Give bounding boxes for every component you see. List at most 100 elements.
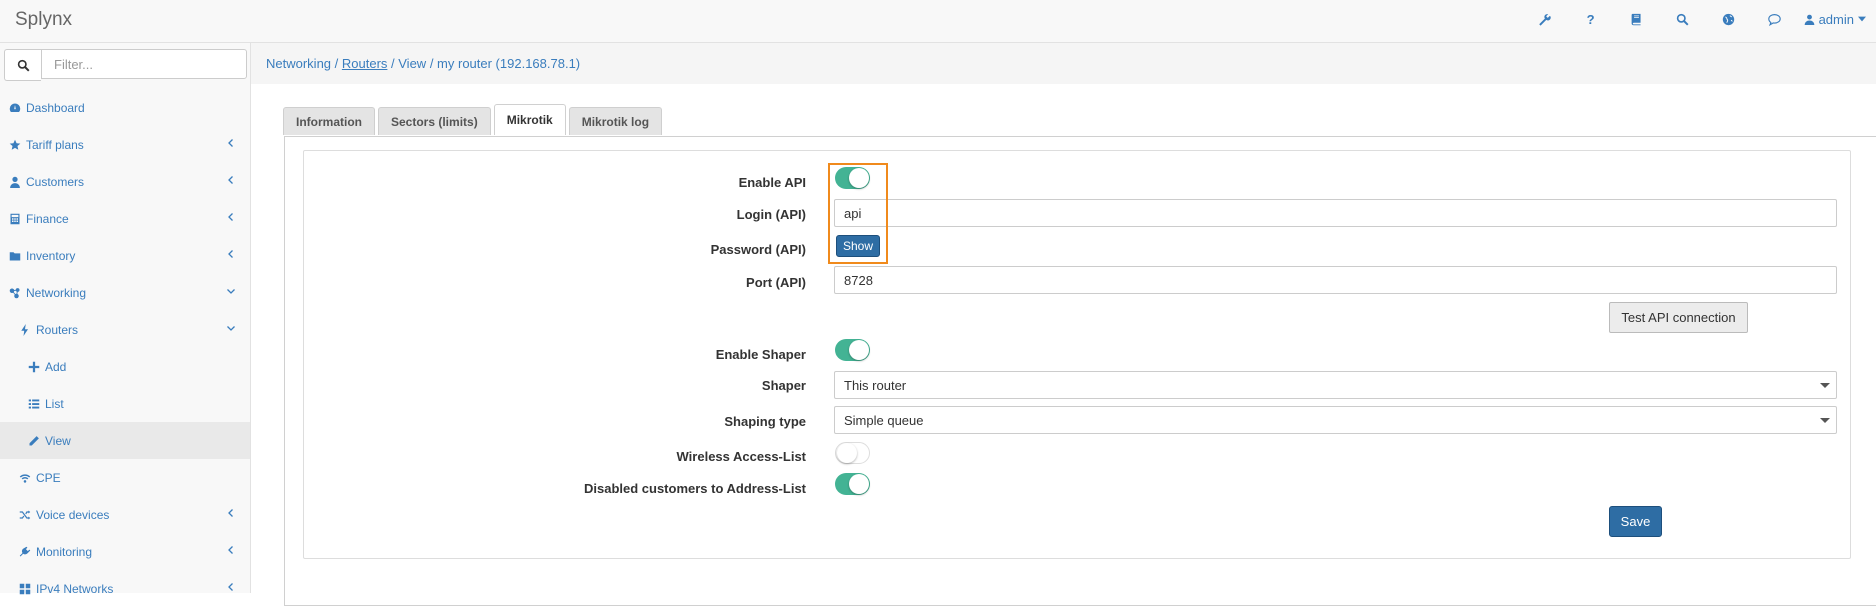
sidebar-item-add[interactable]: Add — [0, 348, 250, 385]
port-api-label: Port (API) — [746, 275, 806, 290]
sidebar-item-dashboard[interactable]: Dashboard — [0, 89, 250, 126]
chevron-left-icon — [228, 583, 233, 591]
breadcrumb-separator: / — [426, 56, 438, 71]
brand-logo[interactable]: Splynx — [15, 9, 72, 31]
search-icon[interactable] — [1660, 0, 1706, 38]
chat-icon[interactable] — [1752, 0, 1798, 38]
chevron-left-icon — [228, 176, 233, 184]
wireless-access-list-label: Wireless Access-List — [676, 449, 806, 464]
user-icon — [1804, 14, 1814, 25]
sidebar-item-label: IPv4 Networks — [36, 581, 114, 596]
sidebar-item-voice-devices[interactable]: Voice devices — [0, 496, 250, 533]
sidebar-item-label: Routers — [36, 322, 79, 337]
user-name: admin — [1818, 11, 1854, 27]
enable-api-toggle[interactable] — [835, 167, 870, 189]
list-icon — [28, 398, 40, 410]
shaping-type-selected-value: Simple queue — [844, 412, 924, 428]
sidebar-item-list[interactable]: List — [0, 385, 250, 422]
user-menu[interactable]: admin — [1798, 0, 1876, 38]
dropdown-caret-icon — [1820, 383, 1830, 388]
globe-icon[interactable] — [1706, 0, 1752, 38]
breadcrumb-separator: / — [331, 56, 342, 71]
network-icon — [9, 287, 21, 299]
sidebar-item-routers[interactable]: Routers — [0, 311, 250, 348]
top-icons: ? admin — [1522, 0, 1876, 38]
toggle-knob — [849, 340, 869, 360]
sidebar-item-label: View — [45, 433, 71, 448]
sidebar-item-cpe[interactable]: CPE — [0, 459, 250, 496]
tab-bar: Information Sectors (limits) Mikrotik Mi… — [283, 104, 663, 135]
sidebar-item-label: Customers — [26, 174, 85, 189]
sidebar-item-inventory[interactable]: Inventory — [0, 237, 250, 274]
folder-icon — [9, 250, 21, 262]
breadcrumb-networking[interactable]: Networking — [266, 56, 331, 71]
login-api-label: Login (API) — [736, 207, 806, 222]
test-api-connection-button[interactable]: Test API connection — [1609, 302, 1748, 333]
shaper-select[interactable]: This router — [834, 371, 1837, 399]
dashboard-icon — [9, 102, 21, 114]
breadcrumb-view[interactable]: View — [398, 56, 426, 71]
sidebar-item-label: Tariff plans — [26, 137, 84, 152]
enable-api-label: Enable API — [738, 175, 806, 190]
sidebar-filter — [4, 49, 247, 81]
sidebar: Dashboard Tariff plans Customers Finance… — [0, 43, 251, 596]
sidebar-item-label: CPE — [36, 470, 61, 485]
chevron-left-icon — [228, 509, 233, 517]
tab-mikrotik-log[interactable]: Mikrotik log — [568, 107, 663, 135]
enable-shaper-toggle[interactable] — [835, 339, 870, 361]
tab-sectors-limits[interactable]: Sectors (limits) — [378, 107, 491, 135]
toggle-knob — [849, 474, 869, 494]
login-api-input[interactable]: api — [834, 199, 1837, 227]
chevron-down-icon — [227, 326, 235, 331]
shuffle-icon — [19, 509, 31, 521]
wifi-icon — [19, 472, 31, 484]
sidebar-item-label: Networking — [26, 285, 87, 300]
question-icon[interactable]: ? — [1568, 0, 1614, 38]
breadcrumb-routers[interactable]: Routers — [342, 56, 388, 71]
chevron-left-icon — [228, 546, 233, 554]
tab-mikrotik[interactable]: Mikrotik — [493, 104, 566, 135]
wireless-access-list-toggle[interactable] — [835, 442, 870, 464]
breadcrumb-bar: Networking / Routers / View / my router … — [251, 43, 1876, 84]
sidebar-item-monitoring[interactable]: Monitoring — [0, 533, 250, 570]
calculator-icon — [9, 213, 21, 225]
chevron-left-icon — [228, 139, 233, 147]
book-icon[interactable] — [1614, 0, 1660, 38]
disabled-customers-toggle[interactable] — [835, 473, 870, 495]
star-icon — [9, 139, 21, 151]
toggle-knob — [837, 443, 857, 463]
chevron-left-icon — [228, 250, 233, 258]
pencil-icon — [28, 435, 40, 447]
save-button[interactable]: Save — [1609, 506, 1662, 537]
sidebar-item-customers[interactable]: Customers — [0, 163, 250, 200]
filter-input[interactable] — [41, 49, 247, 79]
sidebar-item-networking[interactable]: Networking — [0, 274, 250, 311]
shaping-type-label: Shaping type — [724, 414, 806, 429]
sidebar-item-label: Voice devices — [36, 507, 110, 522]
chevron-down-icon — [227, 289, 235, 294]
sidebar-item-ipv4-networks[interactable]: IPv4 Networks — [0, 570, 250, 607]
plug-icon — [19, 546, 31, 558]
tab-information[interactable]: Information — [283, 107, 375, 135]
sidebar-item-view[interactable]: View — [0, 422, 250, 459]
breadcrumb-current: my router (192.168.78.1) — [437, 56, 581, 71]
sidebar-item-finance[interactable]: Finance — [0, 200, 250, 237]
shaper-selected-value: This router — [844, 377, 907, 393]
password-api-label: Password (API) — [710, 242, 806, 257]
port-api-input[interactable]: 8728 — [834, 266, 1837, 294]
chevron-left-icon — [228, 213, 233, 221]
wrench-icon[interactable] — [1522, 0, 1568, 38]
show-password-button[interactable]: Show — [836, 235, 880, 257]
shaping-type-select[interactable]: Simple queue — [834, 406, 1837, 434]
plus-icon — [28, 361, 40, 373]
sidebar-item-label: Dashboard — [26, 100, 85, 115]
toggle-knob — [849, 168, 869, 188]
sidebar-item-tariff-plans[interactable]: Tariff plans — [0, 126, 250, 163]
filter-search-button[interactable] — [4, 49, 41, 81]
sidebar-item-label: Monitoring — [36, 544, 93, 559]
sidebar-nav: Dashboard Tariff plans Customers Finance… — [0, 89, 250, 607]
breadcrumb: Networking / Routers / View / my router … — [266, 56, 580, 71]
caret-down-icon — [1858, 16, 1866, 22]
disabled-customers-label: Disabled customers to Address-List — [583, 481, 806, 496]
shaper-label: Shaper — [761, 378, 806, 393]
